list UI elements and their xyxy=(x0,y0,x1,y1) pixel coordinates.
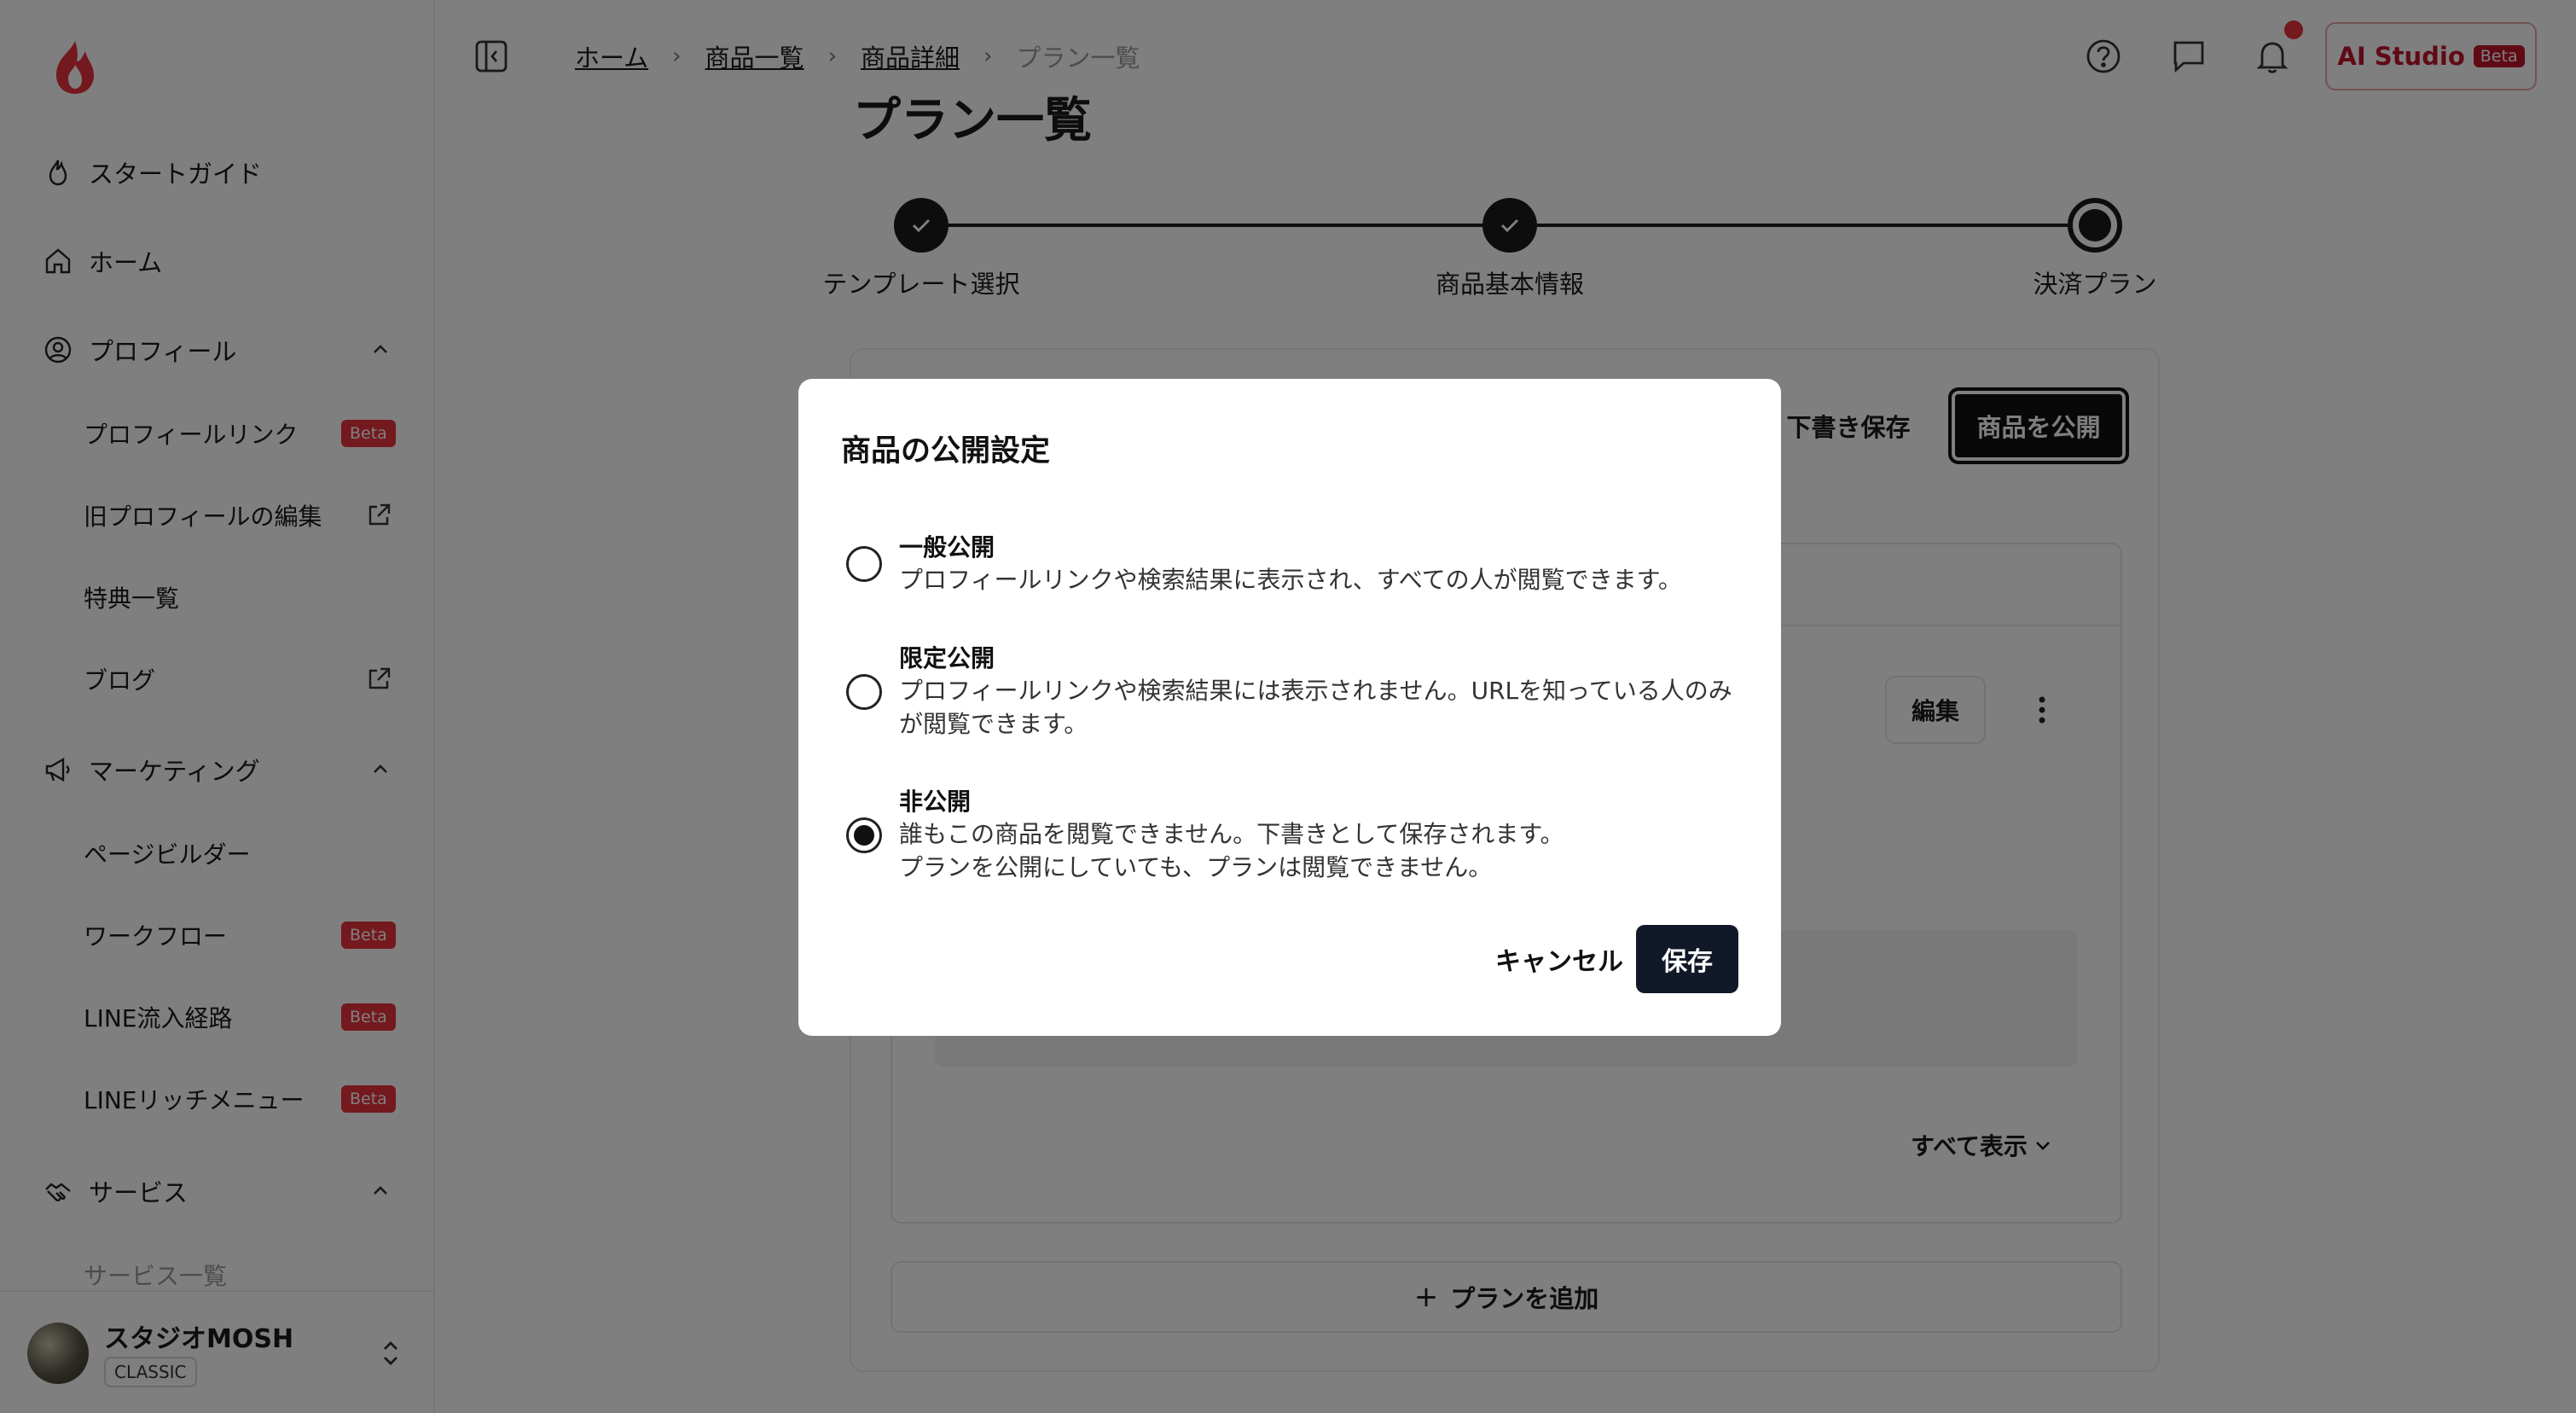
option-description: プロフィールリンクや検索結果には表示されません。URLを知っている人のみが閲覧で… xyxy=(899,677,1732,738)
radio-public[interactable] xyxy=(846,546,882,582)
option-title: 一般公開 xyxy=(899,533,995,561)
publish-settings-modal: 商品の公開設定 一般公開 プロフィールリンクや検索結果に表示され、すべての人が閲… xyxy=(798,379,1781,1036)
option-title: 限定公開 xyxy=(899,644,995,672)
radio-private[interactable] xyxy=(846,817,882,853)
option-limited[interactable]: 限定公開 プロフィールリンクや検索結果には表示されません。URLを知っている人の… xyxy=(846,640,1750,742)
option-private[interactable]: 非公開 誰もこの商品を閲覧できません。下書きとして保存されます。 プランを公開にし… xyxy=(846,783,1750,886)
save-button[interactable]: 保存 xyxy=(1636,925,1738,993)
option-description: 誰もこの商品を閲覧できません。下書きとして保存されます。 プランを公開にしていても… xyxy=(899,817,1752,884)
option-public[interactable]: 一般公開 プロフィールリンクや検索結果に表示され、すべての人が閲覧できます。 xyxy=(846,529,1750,597)
option-description: プロフィールリンクや検索結果に表示され、すべての人が閲覧できます。 xyxy=(899,566,1682,594)
option-title: 非公開 xyxy=(899,788,972,816)
option-description-line: 誰もこの商品を閲覧できません。下書きとして保存されます。 xyxy=(899,820,1564,848)
modal-title: 商品の公開設定 xyxy=(841,434,1051,468)
option-description-line: プランを公開にしていても、プランは閲覧できません。 xyxy=(899,853,1493,881)
radio-limited[interactable] xyxy=(846,674,882,710)
cancel-button[interactable]: キャンセル xyxy=(1460,925,1658,993)
